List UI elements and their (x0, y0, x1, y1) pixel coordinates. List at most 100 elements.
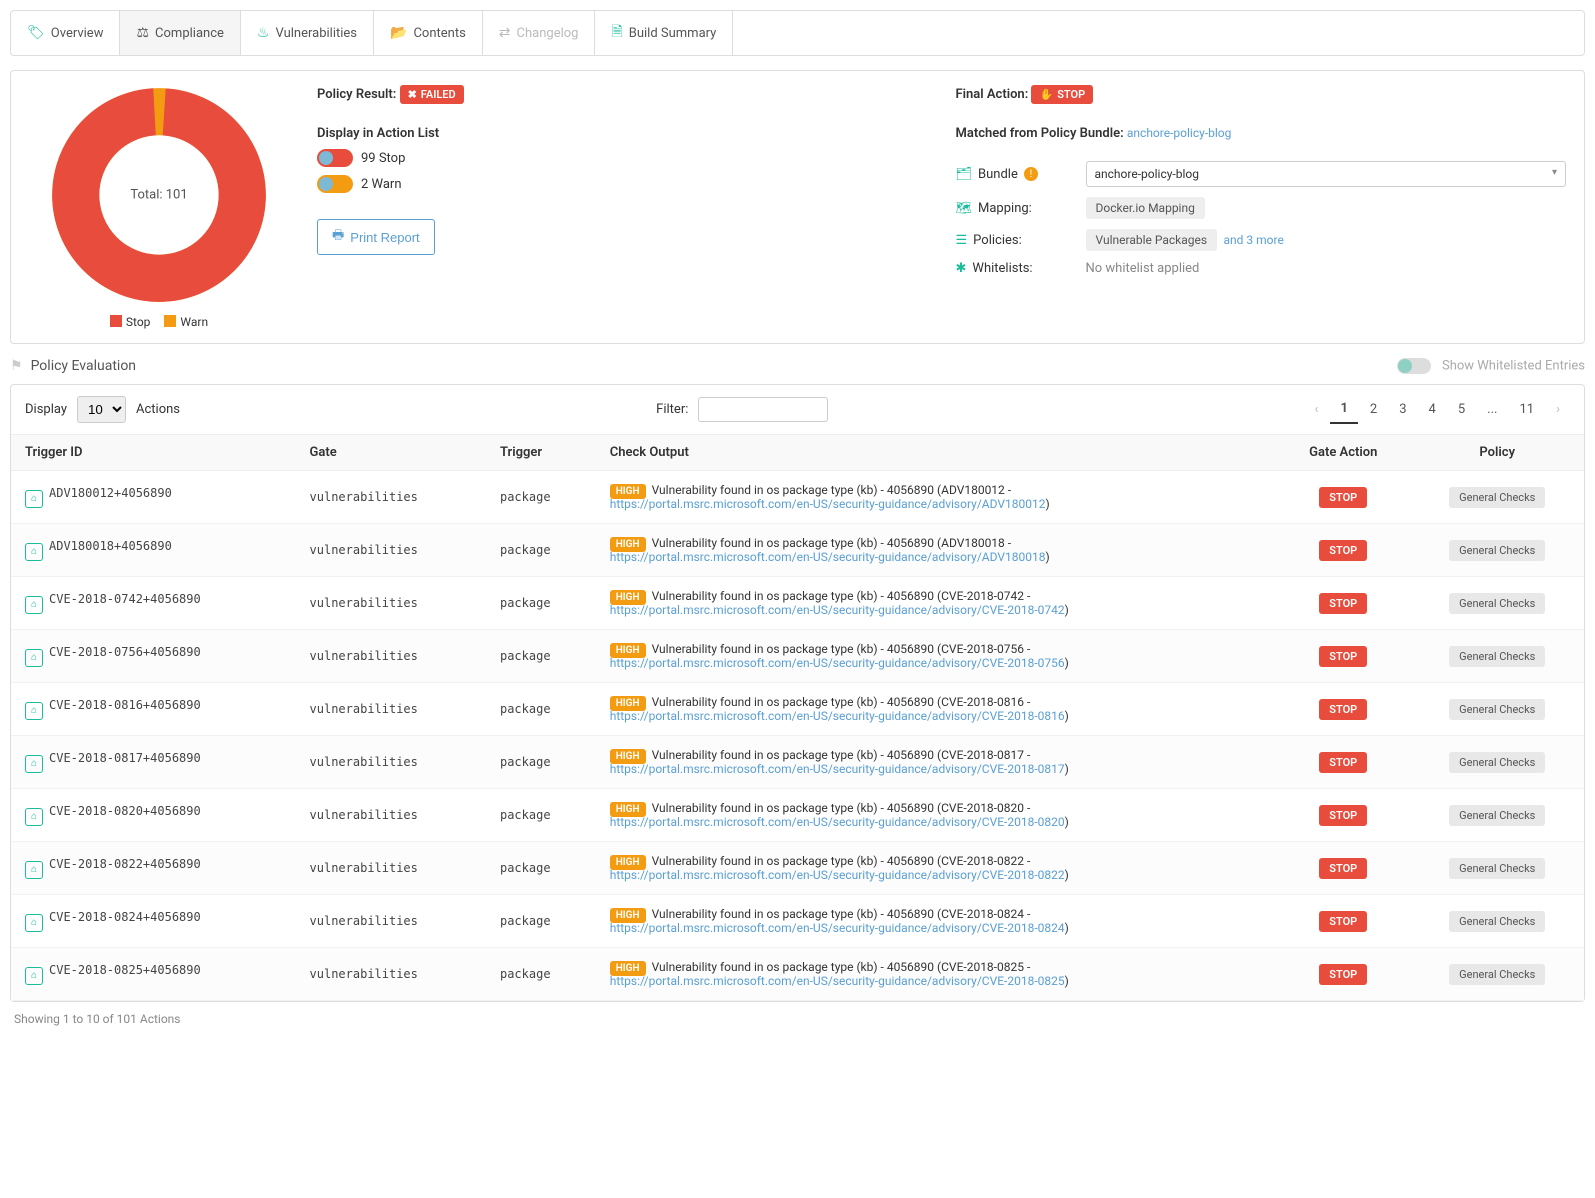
file-icon: 🗎 (611, 21, 622, 45)
page-4[interactable]: 4 (1419, 396, 1446, 423)
whitelists-label: ✱Whitelists: (956, 261, 1086, 276)
scale-icon: ⚖ (136, 25, 149, 41)
cell-policy: General Checks (1410, 630, 1584, 683)
col-policy[interactable]: Policy (1410, 435, 1584, 471)
cell-gate: vulnerabilities (296, 948, 486, 1001)
filter-input[interactable] (698, 397, 828, 422)
tag-icon: 🏷 (27, 25, 45, 41)
cell-policy: General Checks (1410, 736, 1584, 789)
cell-gate: vulnerabilities (296, 683, 486, 736)
cell-gate-action: STOP (1276, 683, 1410, 736)
gate-action-badge: STOP (1319, 858, 1367, 879)
cell-trigger-id: ⌂CVE-2018-0756+4056890 (11, 630, 296, 683)
advisory-link[interactable]: https://portal.msrc.microsoft.com/en-US/… (610, 550, 1046, 564)
cell-policy: General Checks (1410, 577, 1584, 630)
gate-action-badge: STOP (1319, 593, 1367, 614)
tab-build-summary[interactable]: 🗎Build Summary (595, 11, 733, 55)
show-whitelisted-toggle[interactable] (1397, 358, 1431, 374)
cell-gate: vulnerabilities (296, 577, 486, 630)
advisory-link[interactable]: https://portal.msrc.microsoft.com/en-US/… (610, 709, 1065, 723)
cell-policy: General Checks (1410, 895, 1584, 948)
col-check-output[interactable]: Check Output (596, 435, 1276, 471)
tab-label: Changelog (517, 26, 579, 41)
table-row: ⌂CVE-2018-0817+4056890vulnerabilitiespac… (11, 736, 1584, 789)
cell-check-output: HIGHVulnerability found in os package ty… (596, 736, 1276, 789)
tab-contents[interactable]: 📂 Contents (374, 11, 483, 55)
mapping-label: 🗺Mapping: (956, 201, 1086, 216)
policy-chip: General Checks (1449, 699, 1545, 720)
cell-check-output: HIGHVulnerability found in os package ty… (596, 948, 1276, 1001)
whitelist-icon[interactable]: ⌂ (25, 914, 43, 932)
cell-gate-action: STOP (1276, 471, 1410, 524)
col-trigger[interactable]: Trigger (486, 435, 596, 471)
display-count-select[interactable]: 10 (77, 396, 126, 423)
matched-bundle-label: Matched from Policy Bundle: (956, 126, 1124, 141)
actions-table: Trigger ID Gate Trigger Check Output Gat… (11, 434, 1584, 1001)
show-whitelisted-label: Show Whitelisted Entries (1442, 358, 1585, 373)
tab-label: Contents (413, 26, 465, 41)
mapping-chip: Docker.io Mapping (1086, 197, 1205, 219)
cell-trigger: package (486, 736, 596, 789)
advisory-link[interactable]: https://portal.msrc.microsoft.com/en-US/… (610, 868, 1065, 882)
col-gate[interactable]: Gate (296, 435, 486, 471)
policies-label: ☰Policies: (956, 233, 1086, 248)
advisory-link[interactable]: https://portal.msrc.microsoft.com/en-US/… (610, 974, 1065, 988)
toggle-stop-row: 99 Stop (317, 149, 928, 167)
whitelist-icon[interactable]: ⌂ (25, 967, 43, 985)
final-action-badge: ✋STOP (1031, 85, 1093, 104)
whitelist-icon[interactable]: ⌂ (25, 543, 43, 561)
cell-gate-action: STOP (1276, 736, 1410, 789)
display-action-list-label: Display in Action List (317, 126, 439, 141)
whitelist-icon[interactable]: ⌂ (25, 861, 43, 879)
advisory-link[interactable]: https://portal.msrc.microsoft.com/en-US/… (610, 497, 1046, 511)
filter-label: Filter: (656, 402, 688, 417)
cell-check-output: HIGHVulnerability found in os package ty… (596, 842, 1276, 895)
bundle-label: 🗂Bundle ! (956, 167, 1086, 182)
print-report-button[interactable]: 🖶Print Report (317, 219, 435, 255)
page-2[interactable]: 2 (1360, 396, 1387, 423)
x-icon: ✖ (408, 88, 417, 101)
toggle-warn[interactable] (317, 175, 353, 193)
advisory-link[interactable]: https://portal.msrc.microsoft.com/en-US/… (610, 921, 1065, 935)
advisory-link[interactable]: https://portal.msrc.microsoft.com/en-US/… (610, 656, 1065, 670)
gate-action-badge: STOP (1319, 805, 1367, 826)
page-5[interactable]: 5 (1448, 396, 1475, 423)
whitelist-icon[interactable]: ⌂ (25, 755, 43, 773)
donut-percent-label: 98.0% (143, 232, 175, 246)
col-gate-action[interactable]: Gate Action (1276, 435, 1410, 471)
matched-bundle-link[interactable]: anchore-policy-blog (1127, 126, 1231, 140)
policies-more-link[interactable]: and 3 more (1224, 233, 1284, 247)
policy-result-badge: ✖FAILED (400, 85, 464, 104)
advisory-link[interactable]: https://portal.msrc.microsoft.com/en-US/… (610, 815, 1065, 829)
col-trigger-id[interactable]: Trigger ID (11, 435, 296, 471)
tab-changelog[interactable]: ⇄Changelog (483, 11, 596, 55)
cell-trigger-id: ⌂CVE-2018-0824+4056890 (11, 895, 296, 948)
folder-icon: 📂 (390, 25, 407, 41)
tab-overview[interactable]: 🏷Overview (11, 11, 120, 55)
cell-trigger-id: ⌂CVE-2018-0820+4056890 (11, 789, 296, 842)
cell-gate: vulnerabilities (296, 471, 486, 524)
page-1[interactable]: 1 (1330, 395, 1357, 424)
whitelist-icon[interactable]: ⌂ (25, 596, 43, 614)
toggle-stop[interactable] (317, 149, 353, 167)
advisory-link[interactable]: https://portal.msrc.microsoft.com/en-US/… (610, 762, 1065, 776)
page-prev[interactable]: ‹ (1305, 396, 1329, 423)
tab-compliance[interactable]: ⚖Compliance (120, 11, 240, 55)
display-label: Display (25, 402, 67, 417)
whitelist-icon[interactable]: ⌂ (25, 490, 43, 508)
gate-action-badge: STOP (1319, 699, 1367, 720)
tab-vulnerabilities[interactable]: ♨Vulnerabilities (241, 11, 374, 55)
page-11[interactable]: 11 (1509, 396, 1544, 423)
whitelist-icon[interactable]: ⌂ (25, 649, 43, 667)
donut-legend: Stop Warn (110, 315, 208, 329)
cell-check-output: HIGHVulnerability found in os package ty… (596, 683, 1276, 736)
page-3[interactable]: 3 (1389, 396, 1416, 423)
bundle-select[interactable]: anchore-policy-blog (1086, 161, 1567, 187)
cell-check-output: HIGHVulnerability found in os package ty… (596, 789, 1276, 842)
page-next[interactable]: › (1546, 396, 1570, 423)
cell-check-output: HIGHVulnerability found in os package ty… (596, 524, 1276, 577)
whitelist-icon[interactable]: ⌂ (25, 808, 43, 826)
advisory-link[interactable]: https://portal.msrc.microsoft.com/en-US/… (610, 603, 1065, 617)
table-row: ⌂CVE-2018-0816+4056890vulnerabilitiespac… (11, 683, 1584, 736)
whitelist-icon[interactable]: ⌂ (25, 702, 43, 720)
